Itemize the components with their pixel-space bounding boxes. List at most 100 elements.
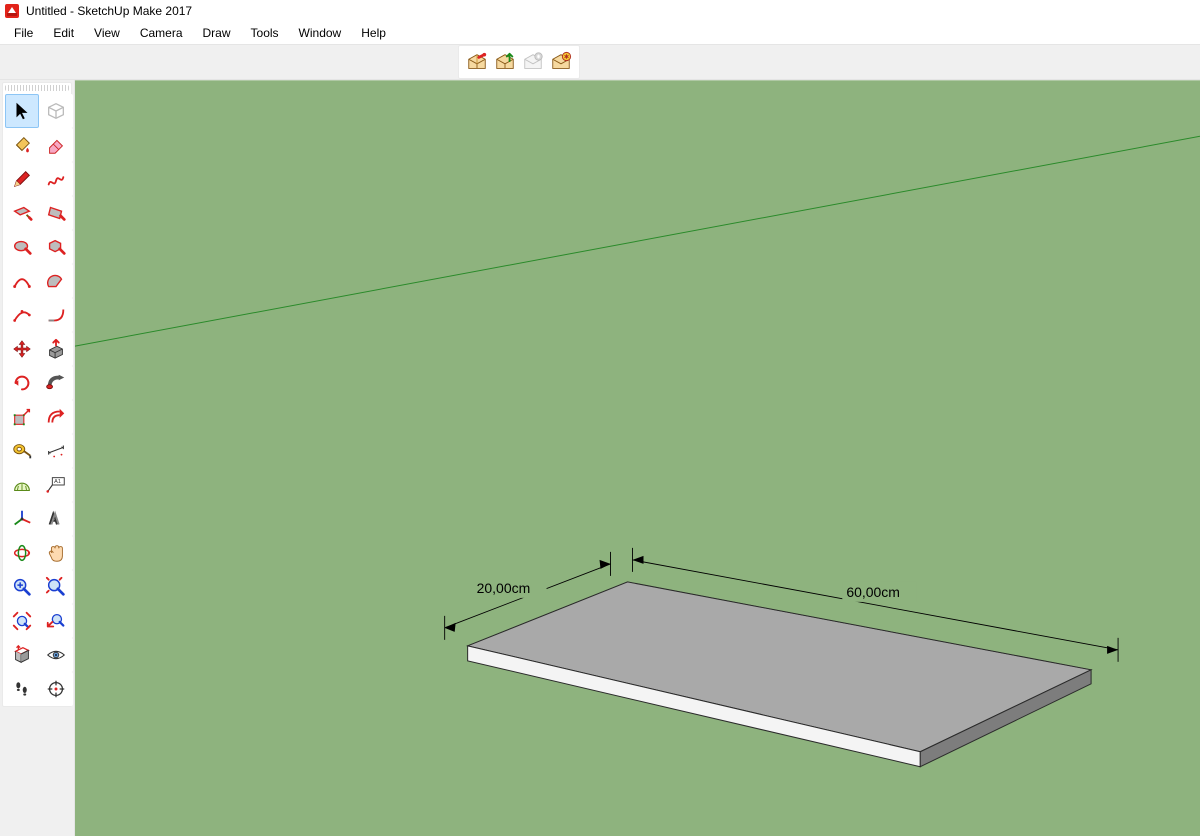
- menu-view[interactable]: View: [84, 24, 130, 42]
- app-icon: [4, 3, 20, 19]
- orbit-icon: [11, 542, 33, 564]
- 3d-warehouse-open-button[interactable]: [463, 48, 491, 76]
- extension-warehouse-button[interactable]: [519, 48, 547, 76]
- warehouse-toolbar: [458, 45, 580, 79]
- circle-tool[interactable]: [5, 230, 39, 264]
- line-tool[interactable]: [5, 162, 39, 196]
- freehand-icon: [45, 168, 67, 190]
- dimension-depth-label: 20,00cm: [477, 580, 531, 596]
- walk-tool[interactable]: [5, 672, 39, 706]
- top-toolbar-strip: [0, 44, 1200, 80]
- scale-icon: [11, 406, 33, 428]
- arc-pie-tool[interactable]: [39, 264, 73, 298]
- freehand-tool[interactable]: [39, 162, 73, 196]
- polygon-icon: [45, 236, 67, 258]
- arc-3pt-icon: [11, 304, 33, 326]
- toolbar-grip[interactable]: [5, 85, 69, 91]
- main-area: A1: [0, 80, 1200, 836]
- svg-text:A1: A1: [54, 479, 61, 485]
- make-component-tool[interactable]: [39, 94, 73, 128]
- look-around-tool[interactable]: [39, 638, 73, 672]
- offset-icon: [45, 406, 67, 428]
- pan-hand-icon: [45, 542, 67, 564]
- menu-help[interactable]: Help: [351, 24, 396, 42]
- dimension-tool[interactable]: [39, 434, 73, 468]
- menu-draw[interactable]: Draw: [193, 24, 241, 42]
- offset-tool[interactable]: [39, 400, 73, 434]
- pie-arc-icon: [45, 270, 67, 292]
- eraser-tool[interactable]: [39, 128, 73, 162]
- menu-edit[interactable]: Edit: [43, 24, 84, 42]
- title-bar: Untitled - SketchUp Make 2017: [0, 0, 1200, 22]
- follow-me-tool[interactable]: [39, 366, 73, 400]
- dimension-icon: [45, 440, 67, 462]
- arc-icon: [11, 270, 33, 292]
- push-pull-tool[interactable]: [39, 332, 73, 366]
- rotate-icon: [11, 372, 33, 394]
- warehouse-box-upload-icon: [494, 51, 516, 73]
- text-tool[interactable]: A1: [39, 468, 73, 502]
- target-icon: [45, 678, 67, 700]
- 3d-text-tool[interactable]: [39, 502, 73, 536]
- text-label-icon: A1: [45, 474, 67, 496]
- pencil-icon: [11, 168, 33, 190]
- scale-tool[interactable]: [5, 400, 39, 434]
- move-icon: [11, 338, 33, 360]
- protractor-icon: [11, 474, 33, 496]
- zoom-previous-icon: [45, 610, 67, 632]
- zoom-previous-tool[interactable]: [39, 604, 73, 638]
- follow-me-icon: [45, 372, 67, 394]
- zoom-tool[interactable]: [5, 570, 39, 604]
- arc-tangent-icon: [45, 304, 67, 326]
- warehouse-box-open-icon: [466, 51, 488, 73]
- 3d-text-icon: [45, 508, 67, 530]
- axes-icon: [11, 508, 33, 530]
- top-toolbar-spacer: [0, 45, 458, 79]
- rotated-rectangle-tool[interactable]: [39, 196, 73, 230]
- large-toolset-panel: A1: [2, 82, 72, 707]
- window-title: Untitled - SketchUp Make 2017: [26, 4, 192, 18]
- extension-warehouse-icon: [522, 51, 544, 73]
- viewport-canvas: 60,00cm 20,00cm: [75, 80, 1200, 836]
- select-tool[interactable]: [5, 94, 39, 128]
- model-viewport[interactable]: 60,00cm 20,00cm: [75, 80, 1200, 836]
- polygon-tool[interactable]: [39, 230, 73, 264]
- paint-bucket-icon: [11, 134, 33, 156]
- tape-measure-tool[interactable]: [5, 434, 39, 468]
- arc-2pt-tool[interactable]: [5, 264, 39, 298]
- walk-footsteps-icon: [11, 678, 33, 700]
- zoom-extents-icon: [45, 576, 67, 598]
- section-plane-icon: [11, 644, 33, 666]
- zoom-extents-tool[interactable]: [39, 570, 73, 604]
- axes-tool[interactable]: [5, 502, 39, 536]
- extension-manager-button[interactable]: [547, 48, 575, 76]
- component-icon: [45, 100, 67, 122]
- arc-3pt-tool[interactable]: [5, 298, 39, 332]
- rotate-tool[interactable]: [5, 366, 39, 400]
- rectangle-tool[interactable]: [5, 196, 39, 230]
- viewport-background: [75, 80, 1200, 836]
- menu-camera[interactable]: Camera: [130, 24, 193, 42]
- menu-file[interactable]: File: [4, 24, 43, 42]
- menu-window[interactable]: Window: [289, 24, 352, 42]
- position-camera-tool[interactable]: [39, 672, 73, 706]
- left-tool-column: A1: [0, 80, 75, 836]
- pan-tool[interactable]: [39, 536, 73, 570]
- menu-tools[interactable]: Tools: [241, 24, 289, 42]
- zoom-selection-tool[interactable]: [5, 604, 39, 638]
- large-toolset-grid: A1: [3, 92, 71, 706]
- eye-icon: [45, 644, 67, 666]
- 3d-warehouse-share-button[interactable]: [491, 48, 519, 76]
- rotated-rectangle-icon: [45, 202, 67, 224]
- circle-icon: [11, 236, 33, 258]
- arc-tangent-tool[interactable]: [39, 298, 73, 332]
- menu-bar: File Edit View Camera Draw Tools Window …: [0, 22, 1200, 44]
- eraser-icon: [45, 134, 67, 156]
- orbit-tool[interactable]: [5, 536, 39, 570]
- cursor-icon: [11, 100, 33, 122]
- section-plane-tool[interactable]: [5, 638, 39, 672]
- move-tool[interactable]: [5, 332, 39, 366]
- protractor-tool[interactable]: [5, 468, 39, 502]
- paint-bucket-tool[interactable]: [5, 128, 39, 162]
- extension-manager-icon: [550, 51, 572, 73]
